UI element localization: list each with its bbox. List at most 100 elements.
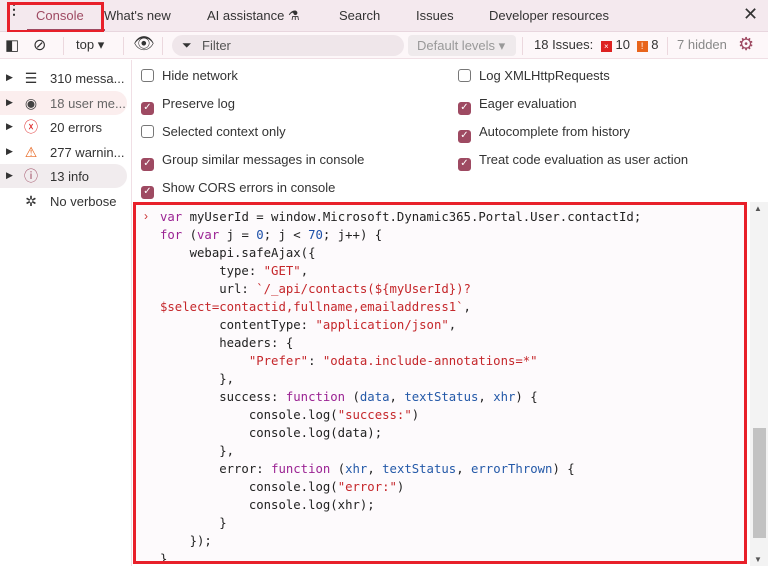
setting-checkbox[interactable]: ✓ Group similar messages in console (141, 152, 364, 171)
code-token: ) { (515, 390, 538, 404)
code-token: $select=contactid,fullname,emailaddress1… (160, 300, 464, 314)
code-token: "odata.include-annotations=*" (322, 354, 538, 368)
code-token: success: (160, 390, 286, 404)
checkbox-icon[interactable] (141, 69, 154, 82)
scrollbar[interactable]: ▲ ▼ (750, 202, 768, 566)
code-token: ) (396, 480, 405, 494)
code-line: }, (160, 372, 234, 390)
error-icon: ⓧ (24, 119, 38, 135)
setting-label: Log XMLHttpRequests (479, 68, 610, 83)
console-toolbar: ◧ ⊘ top ▾ 👁 ⏷ Filter Default levels ▾ 18… (0, 32, 768, 59)
checkbox-icon[interactable]: ✓ (458, 102, 471, 115)
code-line: console.log(xhr); (160, 498, 375, 516)
checkbox-icon[interactable]: ✓ (141, 158, 154, 171)
console-settings: Hide network ✓ Preserve log Selected contex… (133, 60, 768, 202)
sidebar-item-label: 277 warnin... (50, 144, 125, 160)
tab-label: AI assistance (207, 8, 285, 23)
console-code-input[interactable]: › var myUserId = window.Microsoft.Dynami… (133, 202, 747, 564)
expand-arrow-icon[interactable]: ▶ (6, 97, 13, 108)
log-levels-dropdown[interactable]: Default levels ▾ (408, 35, 516, 56)
code-line: console.log("success:") (160, 408, 419, 426)
tab-developer-resources[interactable]: Developer resources (489, 8, 609, 23)
prompt-chevron-icon: › (144, 209, 148, 223)
sidebar-item[interactable]: ▶ ☰ 310 messa... (0, 66, 127, 90)
divider (123, 37, 124, 55)
scrollbar-thumb[interactable] (753, 428, 766, 538)
setting-checkbox[interactable]: ✓ Eager evaluation (458, 96, 577, 115)
sidebar-item[interactable]: ▶ ◉ 18 user me... (0, 90, 127, 115)
code-line: }, (160, 444, 234, 462)
checkbox-icon[interactable]: ✓ (141, 102, 154, 115)
expand-arrow-icon[interactable]: ▶ (6, 72, 13, 83)
sidebar-toggle-icon[interactable]: ◧ (5, 36, 19, 54)
issues-button[interactable]: 18 Issues: × 10 ! 8 (534, 37, 658, 52)
scroll-up-icon[interactable]: ▲ (754, 204, 762, 213)
gear-icon[interactable]: ⚙ (738, 34, 754, 55)
expand-arrow-icon[interactable]: ▶ (6, 121, 13, 132)
scroll-down-icon[interactable]: ▼ (754, 555, 762, 564)
setting-label: Preserve log (162, 96, 235, 111)
setting-checkbox[interactable]: ✓ Autocomplete from history (458, 124, 630, 143)
code-token: console.log( (160, 480, 338, 494)
checkbox-icon[interactable]: ✓ (458, 130, 471, 143)
flask-icon: ⚗ (287, 8, 300, 23)
code-line: contentType: "application/json", (160, 318, 456, 336)
setting-checkbox[interactable]: Selected context only (141, 124, 286, 139)
code-token: console.log(data); (160, 426, 383, 440)
code-token: var (160, 210, 190, 224)
divider (522, 37, 523, 55)
tab-bar: ⋮ Console What's new AI assistance ⚗ Sea… (0, 0, 768, 32)
code-token: "Prefer" (248, 354, 309, 368)
checkbox-icon[interactable]: ✓ (141, 186, 154, 199)
setting-checkbox[interactable]: ✓ Show CORS errors in console (141, 180, 335, 199)
code-token: function (271, 462, 338, 476)
sidebar-item[interactable]: ▶ ⓘ 13 info (0, 164, 127, 188)
expand-arrow-icon[interactable]: ▶ (6, 146, 13, 157)
checkbox-icon[interactable] (458, 69, 471, 82)
setting-label: Autocomplete from history (479, 124, 631, 139)
tab-issues[interactable]: Issues (416, 8, 454, 23)
checkbox-icon[interactable] (141, 125, 154, 138)
code-line: var myUserId = window.Microsoft.Dynamic3… (160, 210, 641, 228)
tab-ai-assistance[interactable]: AI assistance ⚗ (207, 8, 300, 24)
code-token: , (367, 462, 383, 476)
code-token: function (285, 390, 353, 404)
tab-search[interactable]: Search (339, 8, 380, 23)
clear-console-icon[interactable]: ⊘ (33, 35, 46, 55)
divider (63, 37, 64, 55)
code-line: console.log("error:") (160, 480, 405, 498)
code-token: error: (160, 462, 272, 476)
eye-icon[interactable]: 👁 (133, 34, 155, 54)
sidebar-item-label: 13 info (50, 169, 90, 184)
user-icon: ◉ (24, 94, 38, 111)
info-icon: ⓘ (24, 168, 38, 184)
code-token: , (300, 264, 309, 278)
context-select[interactable]: top ▾ (76, 37, 104, 53)
setting-checkbox[interactable]: Log XMLHttpRequests (458, 68, 610, 83)
code-token: , (478, 390, 494, 404)
checkbox-icon[interactable]: ✓ (458, 158, 471, 171)
setting-checkbox[interactable]: Hide network (141, 68, 238, 83)
warning-issue-icon: ! (636, 41, 648, 52)
setting-label: Hide network (162, 68, 238, 83)
sidebar-item[interactable]: ▶ ⓧ 20 errors (0, 115, 127, 139)
setting-checkbox[interactable]: ✓ Preserve log (141, 96, 235, 115)
code-token: "application/json" (315, 318, 449, 332)
code-token: } (160, 516, 227, 530)
close-icon[interactable]: ✕ (743, 4, 758, 25)
sidebar-item[interactable]: ✲ No verbose (0, 189, 127, 213)
sidebar-item[interactable]: ▶ ⚠ 277 warnin... (0, 140, 127, 164)
code-token: for (160, 228, 190, 242)
code-line: for (var j = 0; j < 70; j++) { (160, 228, 382, 246)
setting-checkbox[interactable]: ✓ Treat code evaluation as user action (458, 152, 688, 171)
code-token: "GET" (263, 264, 301, 278)
context-value: top (76, 37, 95, 52)
tab-whats-new[interactable]: What's new (104, 8, 171, 23)
setting-label: Show CORS errors in console (162, 180, 336, 195)
code-token: }); (160, 534, 212, 548)
code-token: "success:" (337, 408, 412, 422)
filter-input[interactable]: ⏷ Filter (172, 35, 404, 56)
expand-arrow-icon[interactable]: ▶ (6, 170, 13, 181)
code-line: "Prefer": "odata.include-annotations=*" (160, 354, 538, 372)
sidebar-item-label: 18 user me... (50, 95, 126, 111)
